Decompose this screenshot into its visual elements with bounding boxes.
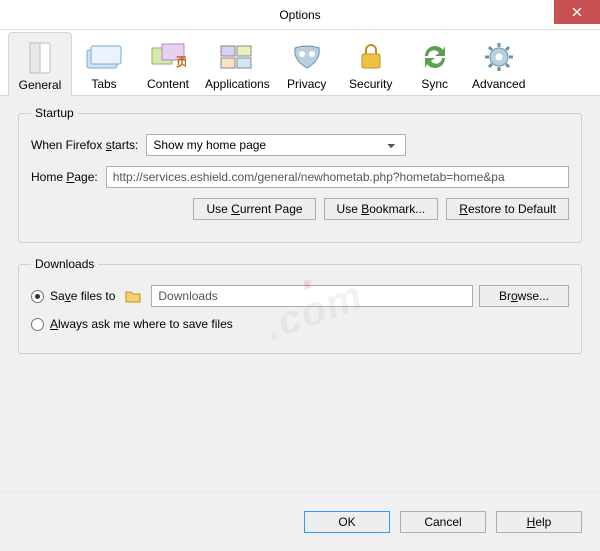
- radio-icon: [31, 290, 44, 303]
- save-files-to-label: Save files to: [50, 289, 115, 303]
- titlebar: Options: [0, 0, 600, 30]
- cancel-button[interactable]: Cancel: [400, 511, 486, 533]
- always-ask-radio[interactable]: Always ask me where to save files: [31, 317, 569, 331]
- help-button[interactable]: Help: [496, 511, 582, 533]
- restore-default-button[interactable]: Restore to Default: [446, 198, 569, 220]
- startup-group: Startup When Firefox starts: Show my hom…: [18, 106, 582, 243]
- tab-content[interactable]: 页 Content: [136, 32, 200, 95]
- tab-label: Privacy: [287, 75, 326, 91]
- options-content: PCrisk .com Startup When Firefox starts:…: [0, 96, 600, 536]
- tab-label: Tabs: [91, 75, 116, 91]
- close-button[interactable]: [554, 0, 600, 24]
- close-icon: [572, 7, 582, 17]
- dialog-footer: OK Cancel Help: [0, 492, 600, 551]
- tab-label: Sync: [421, 75, 448, 91]
- applications-icon: [219, 39, 255, 75]
- use-bookmark-button[interactable]: Use Bookmark...: [324, 198, 439, 220]
- save-files-to-radio[interactable]: Save files to Downloads Browse...: [31, 285, 569, 307]
- tab-tabs[interactable]: Tabs: [72, 32, 136, 95]
- downloads-legend: Downloads: [31, 257, 98, 271]
- switch-icon: [26, 40, 54, 76]
- tab-sync[interactable]: Sync: [403, 32, 467, 95]
- svg-text:页: 页: [176, 55, 186, 69]
- gear-icon: [484, 39, 514, 75]
- window-title: Options: [279, 8, 320, 22]
- ok-button[interactable]: OK: [304, 511, 390, 533]
- tab-advanced[interactable]: Advanced: [467, 32, 531, 95]
- category-toolbar: General Tabs 页 Content Applications Priv…: [0, 30, 600, 96]
- tab-label: Content: [147, 75, 189, 91]
- tab-label: Security: [349, 75, 392, 91]
- downloads-group: Downloads Save files to Downloads Browse…: [18, 257, 582, 354]
- folder-tabs-icon: [85, 39, 123, 75]
- tab-label: Applications: [205, 75, 270, 91]
- home-page-label: Home Page:: [31, 170, 98, 184]
- tab-applications[interactable]: Applications: [200, 32, 275, 95]
- content-icon: 页: [150, 39, 186, 75]
- always-ask-label: Always ask me where to save files: [50, 317, 233, 331]
- tab-privacy[interactable]: Privacy: [275, 32, 339, 95]
- lock-icon: [358, 39, 384, 75]
- tab-label: Advanced: [472, 75, 525, 91]
- tab-label: General: [19, 76, 62, 92]
- startup-legend: Startup: [31, 106, 78, 120]
- download-folder-field[interactable]: Downloads: [151, 285, 473, 307]
- sync-icon: [420, 39, 450, 75]
- radio-icon: [31, 318, 44, 331]
- tab-security[interactable]: Security: [339, 32, 403, 95]
- home-page-input[interactable]: [106, 166, 569, 188]
- when-starts-select[interactable]: Show my home page: [146, 134, 406, 156]
- tab-general[interactable]: General: [8, 32, 72, 96]
- when-starts-label: When Firefox starts:: [31, 138, 138, 152]
- folder-icon: [125, 289, 141, 303]
- use-current-page-button[interactable]: Use Current Page: [193, 198, 315, 220]
- mask-icon: [291, 39, 323, 75]
- browse-button[interactable]: Browse...: [479, 285, 569, 307]
